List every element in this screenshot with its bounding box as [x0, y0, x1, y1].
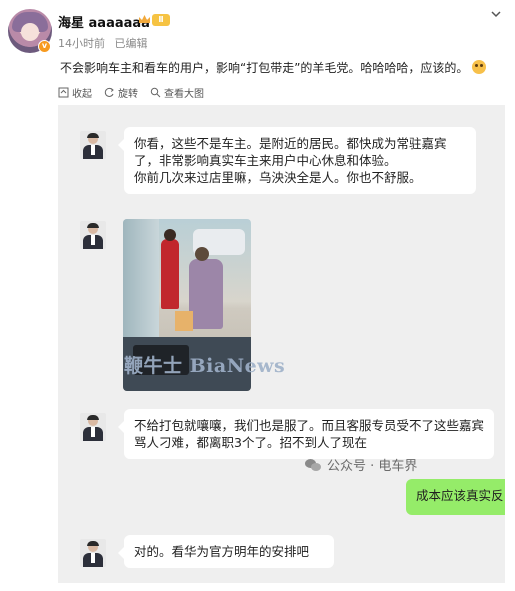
rotate-label: 旋转	[118, 89, 138, 100]
laughing-emoji-icon	[472, 60, 487, 74]
post-time: 14小时前	[58, 37, 105, 50]
verified-badge: v	[38, 40, 51, 53]
post-meta: 14小时前 已编辑	[58, 35, 148, 51]
agent-avatar	[80, 221, 106, 249]
chat-bubble: 对的。看华为官方明年的安排吧	[118, 535, 334, 568]
username[interactable]: 海星 aaaaaaa	[58, 12, 150, 31]
wechat-watermark: 公众号 · 电车界	[305, 455, 417, 474]
image-actions: 收起 旋转 查看大图	[58, 85, 204, 100]
chat-screenshot-image[interactable]: 你看，这些不是车主。是附近的居民。都快成为常驻嘉宾了，非常影响真实车主来用户中心…	[58, 105, 505, 583]
bianews-watermark: 鞭牛士 BiaNews	[124, 355, 286, 377]
view-large-label: 查看大图	[164, 89, 204, 100]
agent-avatar	[80, 539, 106, 567]
agent-avatar	[80, 413, 106, 441]
collapse-button[interactable]: 收起	[58, 85, 92, 100]
view-large-button[interactable]: 查看大图	[150, 85, 204, 100]
chevron-down-icon[interactable]	[490, 8, 502, 20]
rotate-icon	[104, 87, 114, 97]
reply-bubble: 成本应该真实反	[406, 479, 505, 515]
agent-avatar	[80, 131, 106, 159]
chat-bubble: 不给打包就嚷嚷，我们也是服了。而且客服专员受不了这些嘉宾骂人刁难，都离职3个了。…	[118, 409, 494, 459]
chat-bubble: 你看，这些不是车主。是附近的居民。都快成为常驻嘉宾了，非常影响真实车主来用户中心…	[118, 127, 476, 194]
crown-icon	[139, 15, 150, 23]
zoom-icon	[150, 87, 161, 98]
rotate-button[interactable]: 旋转	[104, 85, 138, 100]
edited-label[interactable]: 已编辑	[115, 37, 148, 50]
post-text-content: 不会影响车主和看车的用户，影响“打包带走”的羊毛党。哈哈哈哈，应该的。	[60, 61, 469, 75]
wechat-icon	[305, 458, 322, 472]
post-text: 不会影响车主和看车的用户，影响“打包带走”的羊毛党。哈哈哈哈，应该的。	[60, 59, 487, 76]
collapse-icon	[58, 87, 69, 98]
avatar-face	[21, 23, 39, 41]
collapse-label: 收起	[72, 89, 92, 100]
level-badge: Ⅱ	[152, 14, 170, 26]
wechat-watermark-text: 公众号 · 电车界	[327, 459, 418, 474]
